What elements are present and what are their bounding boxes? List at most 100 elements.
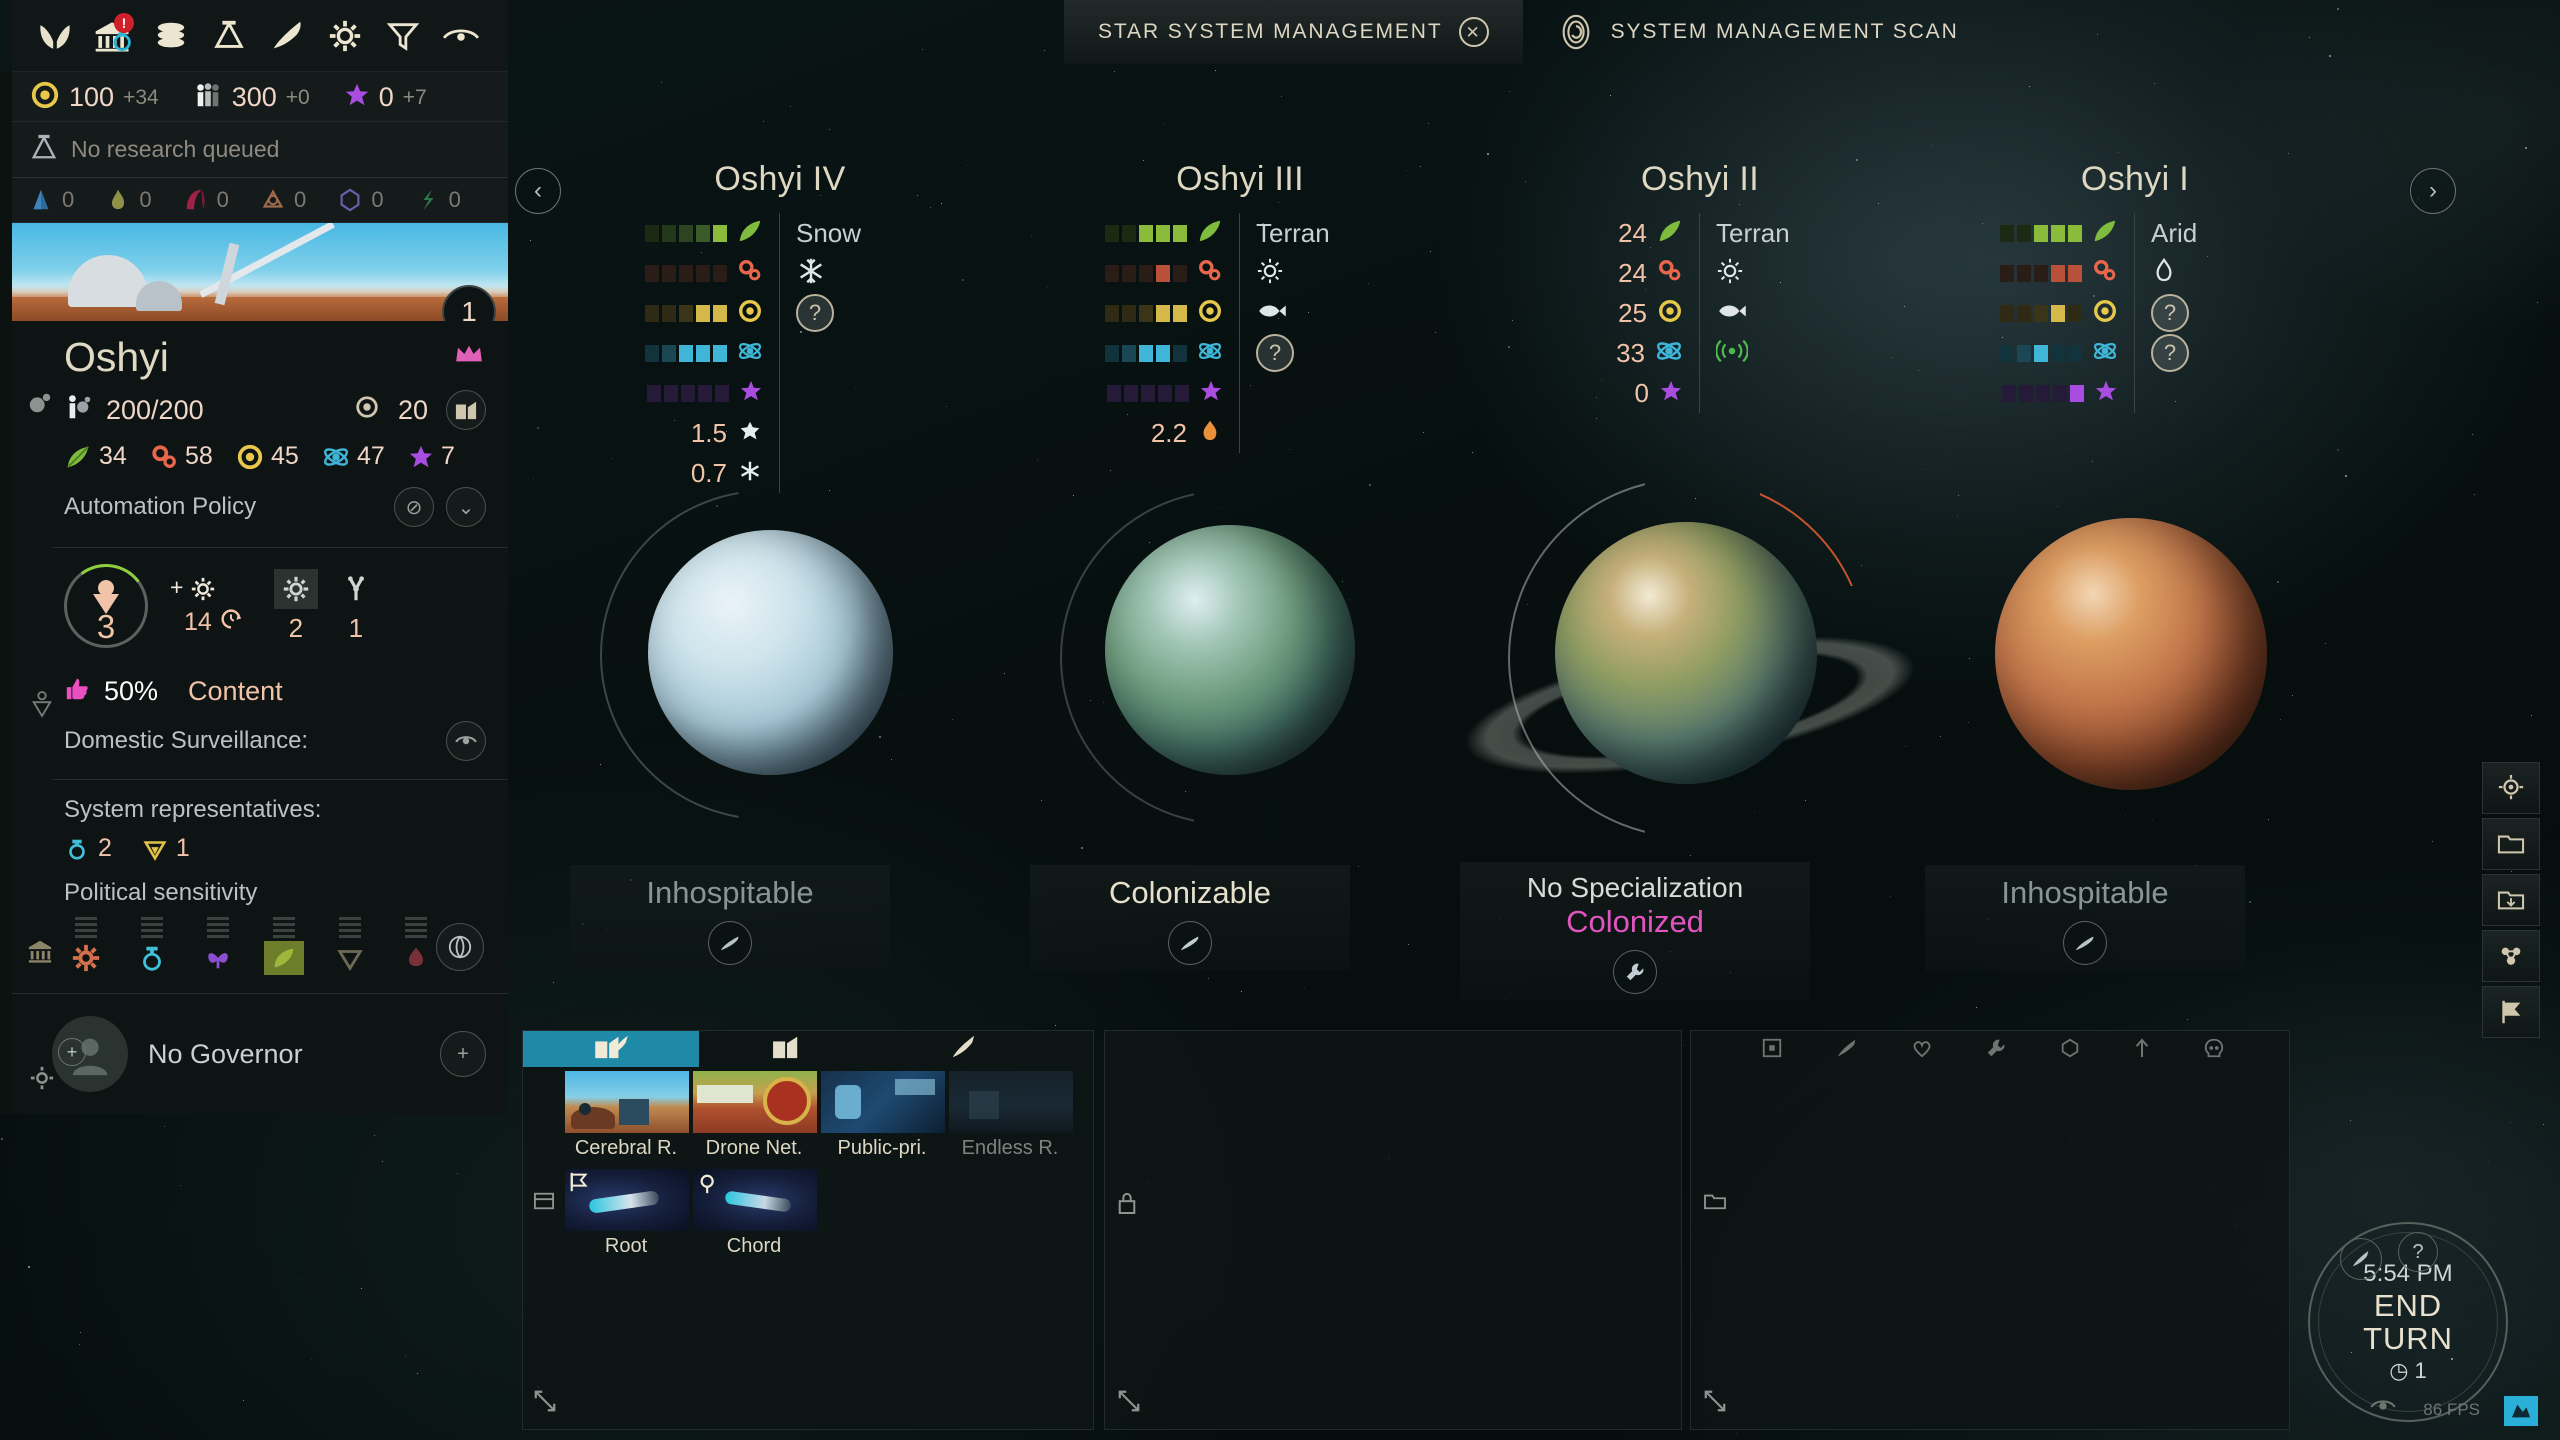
tab-star-system-management[interactable]: STAR SYSTEM MANAGEMENT ✕ bbox=[1064, 0, 1523, 64]
end-turn-ship-icon[interactable] bbox=[2340, 1238, 2382, 1280]
side-button-folder-in[interactable] bbox=[2482, 874, 2540, 926]
colonize-icon[interactable] bbox=[2063, 921, 2107, 965]
ship-icon[interactable] bbox=[1835, 1037, 1859, 1064]
resource-population[interactable]: 300 +0 bbox=[193, 80, 310, 115]
colonize-icon[interactable] bbox=[1168, 921, 1212, 965]
no-entry-icon[interactable]: ⊘ bbox=[394, 487, 434, 528]
wrench-icon[interactable] bbox=[1985, 1037, 2007, 1064]
approval-stat-b[interactable]: 1 bbox=[334, 569, 378, 644]
skull-icon[interactable] bbox=[2203, 1037, 2225, 1064]
specialization-oshyi-iv[interactable]: Inhospitable bbox=[570, 865, 890, 971]
eye-vision-icon[interactable] bbox=[432, 7, 490, 65]
ship-fleet-icon[interactable] bbox=[258, 7, 316, 65]
expand-icon[interactable] bbox=[1117, 1389, 1141, 1419]
colonize-icon[interactable] bbox=[708, 921, 752, 965]
minimap-toggle-icon[interactable] bbox=[2504, 1396, 2538, 1426]
build-card-drone[interactable]: Drone Net. bbox=[693, 1071, 817, 1160]
build-card-cerebral[interactable]: Cerebral R. bbox=[565, 1071, 689, 1160]
strategic-quadrinix[interactable]: 0 bbox=[260, 187, 337, 213]
specialization-oshyi-iii[interactable]: Colonizable bbox=[1030, 865, 1350, 971]
strategic-hyperium[interactable]: 0 bbox=[105, 187, 182, 213]
buildings-icon[interactable] bbox=[446, 390, 486, 431]
industry-icon bbox=[2092, 258, 2118, 289]
planet-oshyi-i[interactable] bbox=[1995, 518, 2267, 790]
approval-stat-a[interactable]: 2 bbox=[273, 568, 318, 644]
unknown-icon[interactable]: ? bbox=[796, 294, 834, 332]
specialization-oshyi-i[interactable]: Inhospitable bbox=[1925, 865, 2245, 971]
fid-science-value: 33 bbox=[1616, 337, 1645, 368]
strategic-titanium[interactable]: 0 bbox=[28, 187, 105, 213]
domestic-surveillance-row[interactable]: Domestic Surveillance: bbox=[12, 711, 508, 779]
bar-dust bbox=[645, 304, 727, 322]
tab-ships[interactable] bbox=[875, 1031, 1051, 1067]
side-button-observatory[interactable] bbox=[2482, 762, 2540, 814]
tab-buildings[interactable] bbox=[699, 1031, 875, 1067]
prev-system-button[interactable]: ‹ bbox=[515, 168, 561, 214]
rail-governor-icon[interactable] bbox=[22, 1065, 62, 1091]
next-system-button[interactable]: › bbox=[2410, 168, 2456, 214]
build-card-endless[interactable]: Endless R. bbox=[949, 1071, 1073, 1160]
rail-politics-icon[interactable] bbox=[20, 938, 60, 964]
close-icon[interactable]: ✕ bbox=[1458, 17, 1489, 47]
folder-icon[interactable] bbox=[1703, 1191, 1727, 1217]
planet-column-oshyi-i[interactable]: Oshyi I Arid ? ? bbox=[1925, 160, 2345, 413]
party-militarist[interactable] bbox=[328, 917, 372, 975]
list-icon[interactable] bbox=[533, 1191, 555, 1217]
side-button-diplomacy[interactable] bbox=[2482, 930, 2540, 982]
governor-row[interactable]: + No Governor + bbox=[12, 993, 508, 1115]
arrow-up-icon[interactable] bbox=[2133, 1037, 2151, 1064]
research-status-bar[interactable]: No research queued bbox=[12, 122, 508, 178]
planet-column-oshyi-iv[interactable]: Oshyi IV 1.5 0.7 Snow ? bbox=[570, 160, 990, 493]
rail-system-icon[interactable] bbox=[20, 390, 60, 416]
wrench-icon[interactable] bbox=[1613, 950, 1657, 994]
build-card-public-private[interactable]: Public-pri. bbox=[821, 1071, 945, 1160]
expand-icon[interactable] bbox=[1703, 1389, 1727, 1419]
expand-icon[interactable] bbox=[533, 1389, 557, 1419]
automation-policy-row[interactable]: Automation Policy ⊘ ⌄ bbox=[64, 487, 486, 539]
politics-icon[interactable] bbox=[436, 923, 484, 972]
party-scientist[interactable] bbox=[130, 917, 174, 975]
resource-influence[interactable]: 0 +7 bbox=[344, 82, 427, 113]
party-pacifist[interactable] bbox=[196, 917, 240, 975]
end-turn-label-line1: END bbox=[2373, 1288, 2443, 1324]
resource-dust[interactable]: 100 +34 bbox=[30, 80, 159, 115]
heart-icon[interactable] bbox=[1911, 1038, 1933, 1063]
build-card-root[interactable]: Root bbox=[565, 1169, 689, 1258]
hex-icon[interactable] bbox=[2059, 1037, 2081, 1064]
planet-oshyi-iii[interactable] bbox=[1105, 525, 1355, 775]
end-turn-help-icon[interactable]: ? bbox=[2398, 1232, 2438, 1272]
eye-icon[interactable] bbox=[446, 721, 486, 762]
grid-icon[interactable] bbox=[1761, 1037, 1783, 1064]
party-industrialist[interactable] bbox=[64, 917, 108, 975]
gear-settings-icon[interactable] bbox=[316, 7, 374, 65]
flask-research-icon[interactable] bbox=[200, 7, 258, 65]
planet-type: Terran bbox=[1716, 217, 1790, 248]
strategic-orichalcix[interactable]: 0 bbox=[415, 187, 492, 213]
side-button-folder-out[interactable] bbox=[2482, 818, 2540, 870]
unknown-icon[interactable]: ? bbox=[1256, 334, 1294, 372]
planet-column-oshyi-ii[interactable]: Oshyi II 24 24 25 33 0 Terran bbox=[1490, 160, 1910, 413]
strategic-hexaferrum[interactable]: 0 bbox=[337, 187, 414, 213]
build-card-chord[interactable]: Chord bbox=[693, 1169, 817, 1258]
planet-oshyi-iv[interactable] bbox=[648, 530, 893, 775]
tab-buildings-ships[interactable] bbox=[523, 1031, 699, 1067]
unknown-icon[interactable]: ? bbox=[2151, 334, 2189, 372]
chevron-down-icon[interactable]: ⌄ bbox=[446, 487, 486, 528]
unknown-icon[interactable]: ? bbox=[2151, 294, 2189, 332]
eye-icon[interactable] bbox=[2368, 1395, 2398, 1422]
senate-politics-icon[interactable]: ! bbox=[84, 7, 142, 65]
add-governor-button[interactable]: + bbox=[440, 1031, 486, 1078]
rail-approval-icon[interactable] bbox=[22, 690, 62, 718]
party-ecologist[interactable] bbox=[262, 917, 306, 976]
filter-funnel-icon[interactable] bbox=[374, 7, 432, 65]
lock-icon[interactable] bbox=[1117, 1191, 1137, 1221]
laurel-victory-icon[interactable] bbox=[26, 7, 84, 65]
planet-column-oshyi-iii[interactable]: Oshyi III 2.2 Terran ? bbox=[1030, 160, 1450, 453]
planet-oshyi-ii[interactable] bbox=[1555, 522, 1817, 784]
party-religious[interactable] bbox=[394, 917, 438, 975]
specialization-oshyi-ii[interactable]: No Specialization Colonized bbox=[1460, 862, 1810, 1000]
side-button-flag[interactable] bbox=[2482, 986, 2540, 1038]
coins-economy-icon[interactable] bbox=[142, 7, 200, 65]
strategic-antimatter[interactable]: 0 bbox=[183, 187, 260, 213]
tab-system-management-scan[interactable]: SYSTEM MANAGEMENT SCAN bbox=[1523, 0, 1993, 64]
